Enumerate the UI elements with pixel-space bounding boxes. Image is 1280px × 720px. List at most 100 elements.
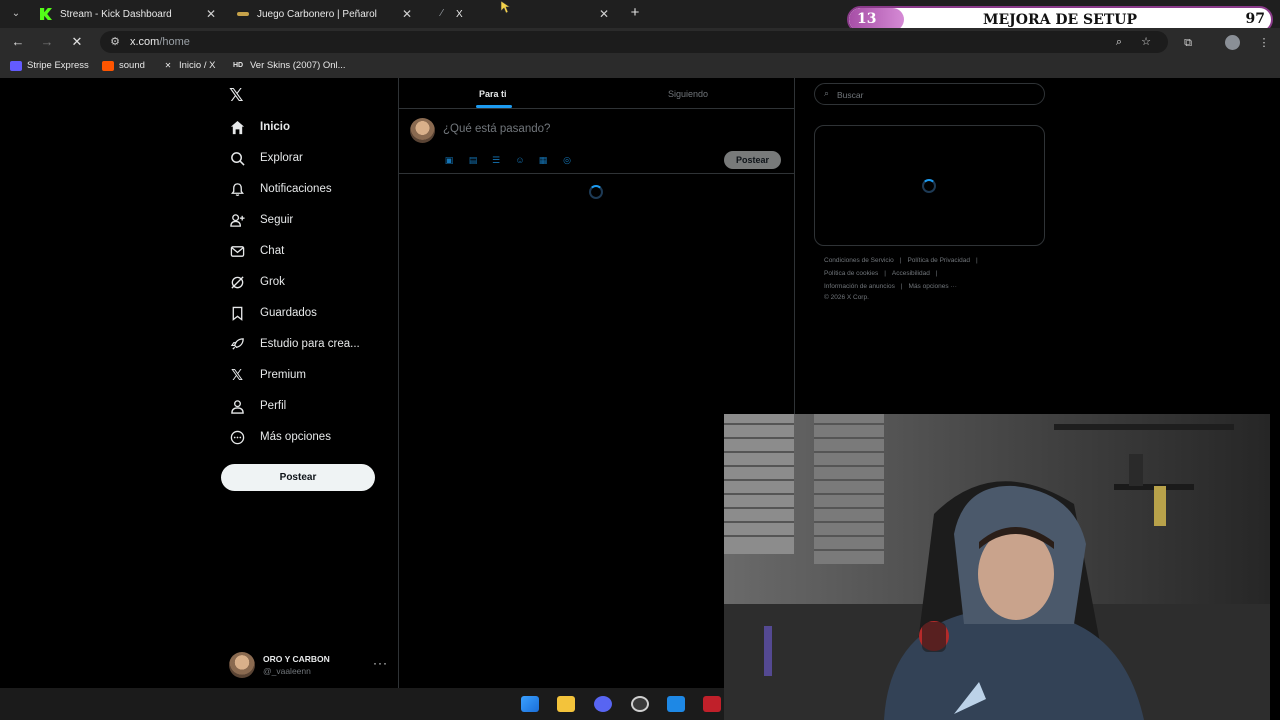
post-button[interactable]: Postear <box>221 464 375 491</box>
account-name: ORO Y CARBON <box>263 654 330 664</box>
sidebar-item-guardados[interactable]: Guardados <box>229 302 317 324</box>
back-icon[interactable]: ← <box>9 34 27 50</box>
new-tab-icon[interactable]: + <box>627 5 643 21</box>
person-icon <box>229 398 245 414</box>
kick-icon <box>40 8 52 20</box>
sidebar-item-premium[interactable]: 𝕏 Premium <box>229 364 306 386</box>
more-dots-icon[interactable]: ··· <box>373 656 388 670</box>
footer-link[interactable]: Política de Privacidad <box>907 257 970 264</box>
home-icon <box>229 119 245 135</box>
location-icon[interactable]: ◎ <box>561 154 573 166</box>
footer-link[interactable]: Política de cookies <box>824 270 878 277</box>
sidebar-item-explorar[interactable]: Explorar <box>229 147 303 169</box>
footer-link[interactable]: Accesibilidad <box>892 270 930 277</box>
extensions-icon[interactable]: ⧉ <box>1181 36 1195 50</box>
browser-toolbar: ← → ✕ ⚙ x.com/home ⌕ ☆ ⧉ ⋮ <box>0 28 1280 56</box>
windows-start-icon[interactable] <box>521 696 539 712</box>
tab-siguiendo[interactable]: Siguiendo <box>668 89 708 99</box>
more-icon <box>229 429 245 445</box>
sidebar-item-chat[interactable]: Chat <box>229 240 284 262</box>
sidebar-item-label: Más opciones <box>260 431 331 443</box>
tab-title: Juego Carbonero | Peñarol <box>257 8 377 20</box>
x-icon: ✕ <box>164 60 172 70</box>
bookmark-inicio-x[interactable]: ✕ Inicio / X <box>162 60 216 71</box>
hd-icon: HD <box>232 61 244 69</box>
account-switcher[interactable]: ORO Y CARBON @_vaaleenn ··· <box>229 652 389 680</box>
app-icon[interactable] <box>703 696 721 712</box>
sidebar-item-inicio[interactable]: Inicio <box>229 116 290 138</box>
tab-x[interactable]: ⁄ X ✕ <box>436 3 611 25</box>
tab-title: Stream - Kick Dashboard <box>60 8 172 20</box>
forward-icon[interactable]: → <box>38 34 56 50</box>
footer-link[interactable]: Más opciones ··· <box>909 283 957 290</box>
bookmark-sound[interactable]: sound <box>102 60 145 71</box>
footer-links-row: Condiciones de Servicio | Política de Priv… <box>824 257 978 264</box>
sidebar-item-label: Explorar <box>260 152 303 164</box>
avatar[interactable] <box>410 118 435 143</box>
tab-kick-dashboard[interactable]: Stream - Kick Dashboard ✕ <box>40 3 218 25</box>
app-icon[interactable] <box>667 696 685 712</box>
x-logo-icon[interactable]: 𝕏 <box>229 86 247 104</box>
sidebar-item-label: Perfil <box>260 400 287 412</box>
sidebar-item-estudio[interactable]: Estudio para crea... <box>229 333 360 355</box>
chrome-icon[interactable] <box>631 696 649 712</box>
webcam-image <box>724 414 1270 720</box>
soundcloud-icon <box>102 60 114 71</box>
tab-title: X <box>456 8 463 20</box>
sidebar-item-label: Guardados <box>260 307 317 319</box>
bookmark-label: Stripe Express <box>27 60 89 71</box>
webcam-overlay <box>724 414 1270 720</box>
sidebar-item-perfil[interactable]: Perfil <box>229 395 286 417</box>
bell-icon <box>229 181 245 197</box>
goal-target-value: 97 <box>1245 11 1265 27</box>
feed-tabs <box>399 78 794 109</box>
bookmark-stripe[interactable]: Stripe Express <box>10 60 89 71</box>
schedule-icon[interactable]: ▦ <box>537 154 549 166</box>
bookmark-ver-skins[interactable]: HD Ver Skins (2007) Onl... <box>231 60 346 71</box>
account-handle: @_vaaleenn <box>263 666 311 676</box>
sidebar-item-label: Notificaciones <box>260 183 332 195</box>
footer-link[interactable]: Condiciones de Servicio <box>824 257 894 264</box>
sidebar-item-grok[interactable]: Grok <box>229 271 285 293</box>
profile-avatar[interactable] <box>1225 35 1240 50</box>
loading-spinner-icon <box>589 185 603 199</box>
discord-icon[interactable] <box>594 696 612 712</box>
image-icon[interactable]: ▣ <box>443 154 455 166</box>
active-tab-indicator <box>476 105 512 108</box>
trends-panel <box>814 125 1045 246</box>
sidebar-item-mas-opciones[interactable]: Más opciones <box>229 426 331 448</box>
compose-input[interactable]: ¿Qué está pasando? <box>443 123 550 135</box>
close-icon[interactable]: ✕ <box>400 7 414 21</box>
url-text[interactable]: x.com/home <box>130 36 190 48</box>
address-bar[interactable]: ⚙ x.com/home ⌕ ☆ <box>100 31 1168 53</box>
file-explorer-icon[interactable] <box>557 696 575 712</box>
tab-para-ti[interactable]: Para ti <box>479 89 507 99</box>
tab-juego-carbonero[interactable]: Juego Carbonero | Peñarol ✕ <box>237 3 414 25</box>
star-icon[interactable]: ☆ <box>1139 35 1153 49</box>
sidebar-item-seguir[interactable]: Seguir <box>229 209 293 231</box>
site-settings-icon[interactable]: ⚙ <box>108 35 122 49</box>
rocket-icon <box>229 336 245 352</box>
penarol-icon <box>237 12 249 16</box>
composer-post-button[interactable]: Postear <box>724 151 781 169</box>
sidebar-item-label: Premium <box>260 369 307 381</box>
menu-dots-icon[interactable]: ⋮ <box>1257 36 1271 50</box>
mail-icon <box>229 243 245 259</box>
tab-search-chevron-icon[interactable]: ⌄ <box>8 6 24 22</box>
grok-icon <box>229 274 245 290</box>
emoji-icon[interactable]: ☺ <box>514 154 526 166</box>
search-icon <box>229 150 245 166</box>
close-icon[interactable]: ✕ <box>204 7 218 21</box>
footer-links-row: Información de anuncios | Más opciones ··· <box>824 283 957 290</box>
footer-link[interactable]: Información de anuncios <box>824 283 895 290</box>
sidebar-item-label: Inicio <box>260 121 291 133</box>
sidebar-item-label: Estudio para crea... <box>260 338 360 350</box>
poll-icon[interactable]: ☰ <box>490 154 502 166</box>
gif-icon[interactable]: ▤ <box>467 154 479 166</box>
close-icon[interactable]: ✕ <box>597 7 611 21</box>
zoom-icon[interactable]: ⌕ <box>1112 35 1126 49</box>
avatar <box>229 652 255 678</box>
sidebar-item-notificaciones[interactable]: Notificaciones <box>229 178 332 200</box>
stop-loading-icon[interactable]: ✕ <box>68 34 86 50</box>
search-input[interactable]: ⌕ Buscar <box>814 83 1045 105</box>
